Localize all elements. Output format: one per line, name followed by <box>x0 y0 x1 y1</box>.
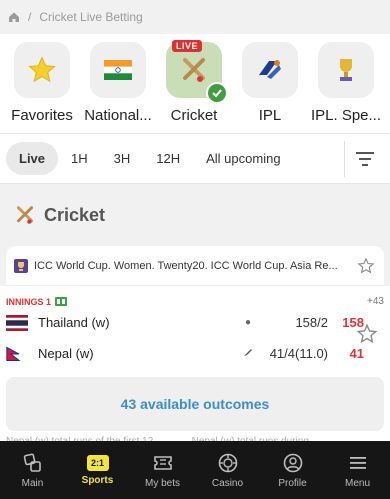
category-label: Favorites <box>11 107 73 124</box>
live-badge: LIVE <box>172 40 203 52</box>
category-label: IPL. Spe... <box>310 107 382 124</box>
league-name: ICC World Cup. Women. Twenty20. ICC Worl… <box>34 259 338 272</box>
india-flag-icon <box>104 60 132 80</box>
filter-settings-button[interactable] <box>344 140 384 177</box>
filter-3h[interactable]: 3H <box>101 142 144 175</box>
scoreboard-icon <box>55 297 68 306</box>
category-label: IPL <box>258 107 282 124</box>
star-icon <box>28 56 56 83</box>
filter-live[interactable]: Live <box>6 142 59 175</box>
tab-sports[interactable]: 2:1 Sports <box>68 454 128 486</box>
tab-label: Sports <box>81 474 114 486</box>
casino-chip-icon <box>218 453 237 472</box>
ipl-logo-icon <box>259 60 281 79</box>
category-tile[interactable] <box>318 42 374 98</box>
more-markets-count[interactable]: +43 <box>367 296 384 307</box>
breadcrumb-current: Cricket Live Betting <box>39 10 143 24</box>
team-total: 41 <box>349 346 364 361</box>
category-cricket[interactable]: LIVE Cricket <box>158 40 230 133</box>
category-carousel[interactable]: Favorites National... LIVE Cricket IPL I… <box>0 34 390 134</box>
profile-icon <box>283 453 302 472</box>
ticket-icon <box>153 455 172 470</box>
team-score: 41/4(11.0) <box>269 346 328 361</box>
match-card[interactable]: INNINGS 1 +43 Thailand (w) ● 158/2 158 N… <box>0 286 390 436</box>
tab-label: Profile <box>278 477 307 489</box>
category-label: Cricket <box>170 107 218 124</box>
tab-main[interactable]: Main <box>3 452 63 489</box>
available-outcomes-button[interactable]: 43 available outcomes <box>6 377 384 431</box>
favorite-star-icon[interactable] <box>356 257 376 275</box>
thailand-flag-icon <box>6 314 28 331</box>
batting-dot-icon: ● <box>244 317 252 328</box>
innings-label: INNINGS 1 <box>6 296 52 307</box>
selected-check-icon <box>206 82 228 104</box>
menu-icon <box>349 456 366 469</box>
filter-12h[interactable]: 12H <box>143 142 193 175</box>
category-tile-selected[interactable]: LIVE <box>166 40 228 104</box>
tab-label: My bets <box>144 477 180 489</box>
breadcrumb: / Cricket Live Betting <box>0 0 390 34</box>
team-row: Thailand (w) ● 158/2 158 <box>6 307 384 338</box>
category-tile[interactable] <box>242 42 298 98</box>
cricket-icon <box>16 206 34 224</box>
category-national[interactable]: National... <box>82 42 154 133</box>
team-score: 158/2 <box>295 315 328 330</box>
league-header[interactable]: ICC World Cup. Women. Twenty20. ICC Worl… <box>6 246 384 286</box>
category-favorites[interactable]: Favorites <box>6 42 78 133</box>
home-icon[interactable] <box>8 11 20 23</box>
tab-label: Menu <box>344 477 370 489</box>
tab-casino[interactable]: Casino <box>198 452 258 489</box>
category-label: National... <box>84 107 152 124</box>
team-name: Nepal (w) <box>38 346 94 361</box>
filter-1h[interactable]: 1H <box>58 142 101 175</box>
bottom-tab-bar: Main 2:1 Sports My bets Casino Profile M… <box>0 441 390 499</box>
team-row: Nepal (w) 41/4(11.0) 41 <box>6 338 384 369</box>
tab-profile[interactable]: Profile <box>263 452 323 489</box>
time-filter-bar: Live 1H 3H 12H All upcoming <box>0 134 390 184</box>
main-icon <box>23 453 41 472</box>
category-tile[interactable] <box>14 42 70 98</box>
bat-icon <box>238 347 258 360</box>
match-favorite-star-icon[interactable] <box>356 323 378 345</box>
team-name: Thailand (w) <box>38 315 110 330</box>
nepal-flag-icon <box>6 346 21 361</box>
cricket-icon <box>183 58 205 82</box>
sports-icon: 2:1 <box>86 454 109 471</box>
filter-all-upcoming[interactable]: All upcoming <box>193 142 293 175</box>
world-cup-icon <box>14 258 28 273</box>
category-ipl-special[interactable]: IPL. Spe... <box>310 42 382 133</box>
category-tile[interactable] <box>90 42 146 98</box>
tab-label: Casino <box>211 477 244 489</box>
innings-row: INNINGS 1 +43 <box>6 296 384 307</box>
tab-menu[interactable]: Menu <box>328 452 388 489</box>
breadcrumb-separator: / <box>28 10 32 24</box>
section-header: Cricket <box>0 184 390 246</box>
tab-label: Main <box>21 477 44 489</box>
filter-lines-icon <box>355 151 374 166</box>
section-title: Cricket <box>44 204 106 225</box>
trophy-icon <box>340 59 352 81</box>
tab-my-bets[interactable]: My bets <box>133 452 193 489</box>
category-ipl[interactable]: IPL <box>234 42 306 133</box>
